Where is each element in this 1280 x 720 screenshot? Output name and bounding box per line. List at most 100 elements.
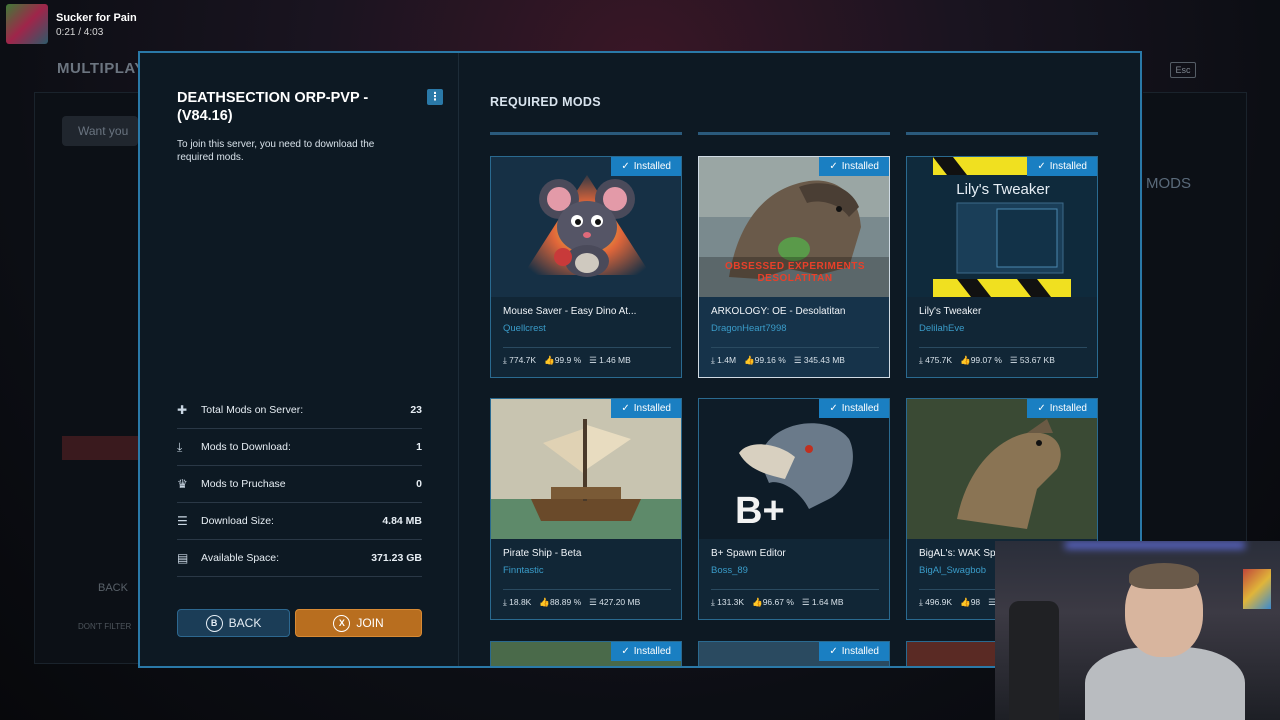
installed-badge: ✓ Installed <box>819 399 889 418</box>
download-icon: ⤓ <box>503 596 507 607</box>
server-info-panel: DEATHSECTION ORP-PVP - (V84.16) ⋮ To joi… <box>140 53 459 666</box>
mod-name: Mouse Saver - Easy Dino At... <box>503 306 637 317</box>
mod-author-link[interactable]: Finntastic <box>503 565 544 576</box>
installed-badge: ✓ Installed <box>819 157 889 176</box>
database-icon: ☰ <box>793 354 802 365</box>
track-time: 0:21 / 4:03 <box>56 27 104 38</box>
installed-badge: ✓ Installed <box>1027 399 1097 418</box>
card-row-top-edge <box>698 132 890 135</box>
mod-thumbnail: Lily's Tweaker <box>907 157 1097 297</box>
mod-name: BigAL's: WAK Sp <box>919 548 996 559</box>
download-icon: ⤓ <box>503 354 507 365</box>
checkmark-icon: ✓ <box>621 161 630 172</box>
mod-author-link[interactable]: DelilahEve <box>919 323 964 334</box>
background-back-button: BACK <box>98 582 128 594</box>
kebab-menu-icon: ⋮ <box>429 90 441 103</box>
thumbnail-caption: OBSESSED EXPERIMENTS DESOLATITAN <box>724 261 866 284</box>
mod-name: Lily's Tweaker <box>919 306 982 317</box>
stat-total-mods: ✚ Total Mods on Server: 23 <box>177 392 422 429</box>
mod-card[interactable]: Lily's Tweaker ✓ Installed Lily's Tweaker… <box>906 156 1098 378</box>
mod-author-link[interactable]: Quellcrest <box>503 323 546 334</box>
database-icon: ☰ <box>1009 354 1018 365</box>
mod-author-link[interactable]: DragonHeart7998 <box>711 323 787 334</box>
database-icon: ☰ <box>589 354 597 365</box>
thumbs-up-icon: 👍 <box>544 354 555 365</box>
esc-key-hint: Esc <box>1170 62 1196 78</box>
database-icon: ☰ <box>177 514 188 528</box>
puzzle-icon: ✚ <box>177 403 188 417</box>
card-row-top-edge <box>490 132 682 135</box>
mod-card[interactable]: ✓ Installed Mouse Saver - Easy Dino At...… <box>490 156 682 378</box>
mod-thumbnail: B+ <box>699 399 889 539</box>
installed-badge: ✓ Installed <box>611 157 681 176</box>
checkmark-icon: ✓ <box>621 403 630 414</box>
mod-thumbnail <box>491 157 681 297</box>
more-options-button[interactable]: ⋮ <box>427 89 443 105</box>
server-title: DEATHSECTION ORP-PVP - (V84.16) <box>177 90 369 124</box>
mod-stats: ⤓ 475.7K 👍99.07 % ☰ 53.67 KB <box>919 347 1087 372</box>
card-row-top-edge <box>906 132 1098 135</box>
background-mods-label: MODS <box>1146 175 1191 192</box>
thumbnail-caption: B+ <box>735 490 785 532</box>
download-icon: ⤓ <box>711 354 715 365</box>
webcam-overlay <box>995 541 1280 720</box>
join-button[interactable]: X JOIN <box>295 609 422 637</box>
download-icon: ⤓ <box>919 354 923 365</box>
server-mods-dialog: DEATHSECTION ORP-PVP - (V84.16) ⋮ To joi… <box>138 51 1142 668</box>
stat-download-size: ☰ Download Size: 4.84 MB <box>177 503 422 540</box>
mod-name: Pirate Ship - Beta <box>503 548 582 559</box>
stat-available-space: ▤ Available Space: 371.23 GB <box>177 540 422 577</box>
mod-stats: ⤓ 774.7K 👍99.9 % ☰ 1.46 MB <box>503 347 671 372</box>
server-description: To join this server, you need to downloa… <box>177 139 375 163</box>
streamer-body <box>1085 647 1245 720</box>
x-button-icon: X <box>333 614 351 632</box>
mod-author-link[interactable]: Boss_89 <box>711 565 748 576</box>
mod-name: B+ Spawn Editor <box>711 548 786 559</box>
mod-stats: ⤓ 1.4M 👍99.16 % ☰ 345.43 MB <box>711 347 879 372</box>
led-light-strip <box>1065 541 1245 549</box>
mod-card[interactable]: ✓ Installed <box>490 641 682 666</box>
storage-icon: ▤ <box>177 551 189 565</box>
download-icon: ⤓ <box>711 596 715 607</box>
mod-card[interactable]: ✓ Installed Pirate Ship - Beta Finntastic… <box>490 398 682 620</box>
track-title: Sucker for Pain <box>56 12 137 24</box>
thumbnail-caption: Lily's Tweaker <box>956 181 1050 198</box>
download-icon: ⤓ <box>919 596 923 607</box>
database-icon: ☰ <box>801 596 810 607</box>
stat-mods-to-purchase: ♛ Mods to Pruchase 0 <box>177 466 422 503</box>
thumbs-up-icon: 👍 <box>744 354 755 365</box>
thumbs-up-icon: 👍 <box>539 596 550 607</box>
server-stats: ✚ Total Mods on Server: 23 ⤓ Mods to Dow… <box>177 392 422 577</box>
checkmark-icon: ✓ <box>1037 161 1046 172</box>
mod-stats: ⤓ 131.3K 👍96.67 % ☰ 1.64 MB <box>711 589 879 614</box>
back-button[interactable]: B BACK <box>177 609 290 637</box>
installed-badge: ✓ Installed <box>611 642 681 661</box>
installed-badge: ✓ Installed <box>1027 157 1097 176</box>
background-search-input: Want you <box>62 116 138 146</box>
installed-badge: ✓ Installed <box>819 642 889 661</box>
checkmark-icon: ✓ <box>829 646 838 657</box>
mod-card[interactable]: OBSESSED EXPERIMENTS DESOLATITAN ✓ Instal… <box>698 156 890 378</box>
mod-author-link[interactable]: BigAl_Swagbob <box>919 565 986 576</box>
streamer-hair <box>1129 563 1199 589</box>
wall-poster <box>1243 569 1271 609</box>
mod-stats: ⤓ 18.8K 👍88.89 % ☰ 427.20 MB <box>503 589 671 614</box>
mod-card[interactable]: ✓ Installed <box>698 641 890 666</box>
thumbs-up-icon: 👍 <box>960 354 971 365</box>
background-selected-row <box>62 436 138 460</box>
mod-thumbnail <box>491 399 681 539</box>
download-icon: ⤓ <box>177 439 183 454</box>
background-panel-left <box>34 92 138 664</box>
mod-name: ARKOLOGY: OE - Desolatitan <box>711 306 846 317</box>
checkmark-icon: ✓ <box>1037 403 1046 414</box>
album-art <box>6 4 48 44</box>
background-dont-filter-label: DON'T FILTER <box>78 622 132 631</box>
thumbs-up-icon: 👍 <box>752 596 763 607</box>
media-overlay: Sucker for Pain 0:21 / 4:03 <box>6 4 137 44</box>
mod-thumbnail <box>907 399 1097 539</box>
installed-badge: ✓ Installed <box>611 399 681 418</box>
checkmark-icon: ✓ <box>621 646 630 657</box>
crown-icon: ♛ <box>177 477 188 491</box>
mod-card[interactable]: B+ ✓ Installed B+ Spawn Editor Boss_89 ⤓ … <box>698 398 890 620</box>
database-icon: ☰ <box>589 596 597 607</box>
